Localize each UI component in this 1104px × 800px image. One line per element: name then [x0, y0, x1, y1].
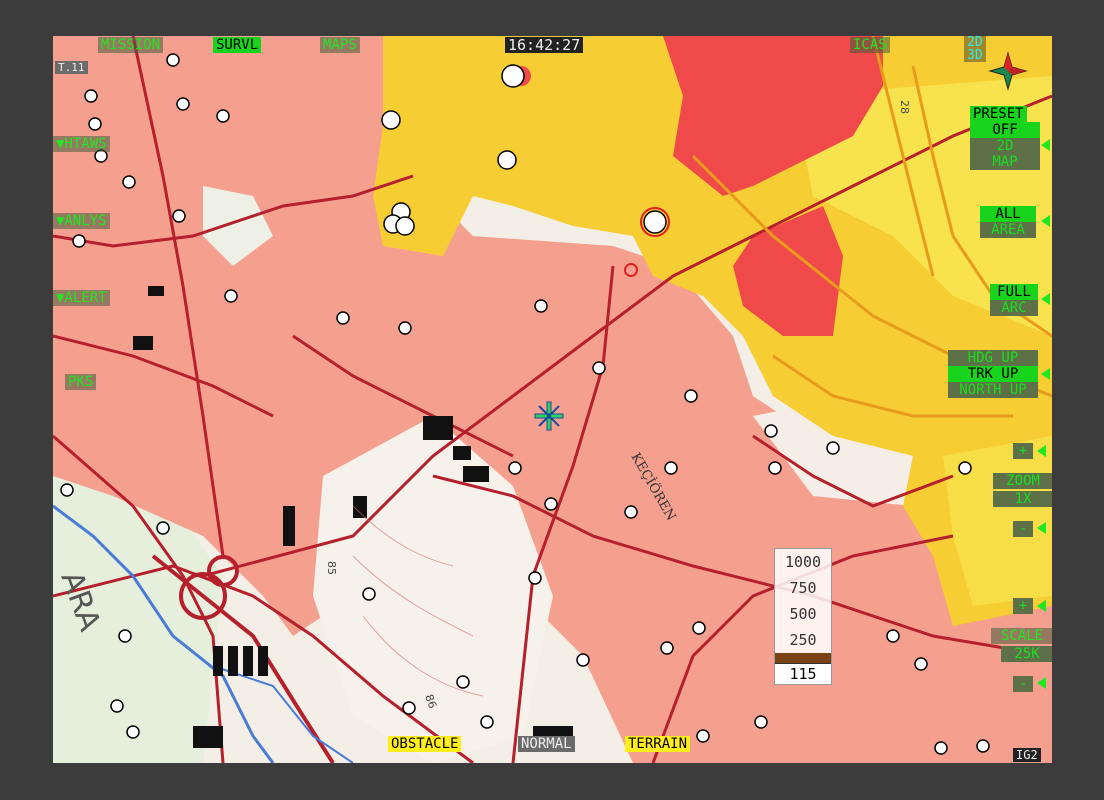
legend-value-1000: 1000 [784, 553, 822, 571]
legend-base-value: 115 [775, 663, 831, 684]
legend-value-750: 750 [789, 579, 817, 597]
compass-rose-icon [988, 51, 1028, 91]
htaws-button[interactable]: ▼HTAWS [53, 136, 110, 152]
scale-plus-arrow-icon[interactable] [1037, 600, 1046, 612]
page-tag: T.11 [55, 61, 88, 74]
scale-value: 25K [1001, 646, 1052, 662]
normal-button[interactable]: NORMAL [518, 736, 575, 752]
pks-button[interactable]: PKS [65, 374, 97, 390]
maps-button[interactable]: MAPS [320, 37, 360, 53]
altitude-legend: 1000 750 500 250 115 [774, 548, 832, 685]
preset-map-option[interactable]: MAP [970, 154, 1040, 170]
north-up-option[interactable]: NORTH UP [948, 382, 1038, 398]
full-button[interactable]: FULL [990, 284, 1038, 300]
preset-value[interactable]: OFF [970, 122, 1040, 138]
area-button[interactable]: AREA [980, 222, 1036, 238]
arc-arrow-icon[interactable] [1041, 293, 1050, 305]
page-id: IG2 [1013, 748, 1041, 762]
survl-button[interactable]: SURVL [213, 37, 262, 53]
trk-up-option[interactable]: TRK UP [948, 366, 1038, 382]
map-display[interactable]: KEÇİÖREN ARA 85 86 28 MISSION SURVL MAPS… [53, 36, 1052, 763]
legend-value-250: 250 [789, 631, 817, 649]
alert-button[interactable]: ▼ALERT [53, 290, 110, 306]
preset-arrow-icon[interactable] [1041, 139, 1050, 151]
spot-height-85: 85 [325, 561, 338, 575]
preset-2d-option[interactable]: 2D [970, 138, 1040, 154]
zoom-minus-arrow-icon[interactable] [1037, 522, 1046, 534]
preset-label[interactable]: PRESET [970, 106, 1027, 122]
legend-swatch [775, 653, 831, 663]
icas-button[interactable]: ICAS [850, 37, 890, 53]
zoom-plus-arrow-icon[interactable] [1037, 445, 1046, 457]
zoom-label: ZOOM [993, 473, 1052, 489]
clock: 16:42:27 [505, 37, 584, 53]
scale-label: SCALE [991, 628, 1052, 644]
arc-button[interactable]: ARC [990, 300, 1038, 316]
scale-minus-arrow-icon[interactable] [1037, 677, 1046, 689]
zoom-plus-button[interactable]: + [1013, 443, 1033, 459]
mission-button[interactable]: MISSION [98, 37, 164, 53]
moving-map[interactable]: KEÇİÖREN ARA 85 86 28 [53, 36, 1052, 763]
all-button[interactable]: ALL [980, 206, 1036, 222]
ownship-icon [534, 401, 564, 431]
scale-plus-button[interactable]: + [1013, 598, 1033, 614]
anlys-button[interactable]: ▼ANLYS [53, 213, 110, 229]
obstacle-button[interactable]: OBSTACLE [388, 736, 462, 752]
orientation-arrow-icon[interactable] [1041, 368, 1050, 380]
zoom-minus-button[interactable]: - [1013, 521, 1033, 537]
mode-3d-button[interactable]: 3D [964, 49, 986, 62]
route-28-label: 28 [898, 100, 911, 114]
area-arrow-icon[interactable] [1041, 215, 1050, 227]
zoom-value: 1X [993, 491, 1052, 507]
scale-minus-button[interactable]: - [1013, 676, 1033, 692]
legend-value-500: 500 [789, 605, 817, 623]
terrain-button[interactable]: TERRAIN [625, 736, 691, 752]
hdg-up-option[interactable]: HDG UP [948, 350, 1038, 366]
